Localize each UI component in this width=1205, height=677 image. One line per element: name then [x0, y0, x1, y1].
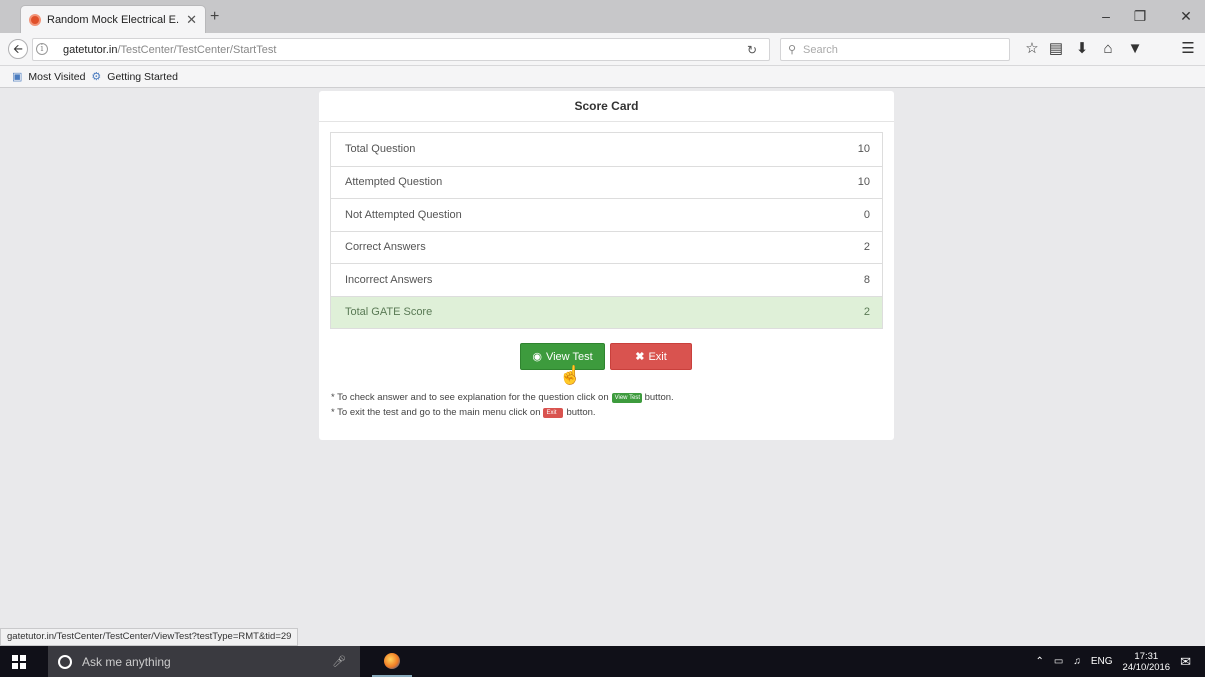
hand-cursor-icon: ☝: [559, 365, 582, 385]
row-value: 10: [857, 143, 870, 156]
note-text: * To exit the test and go to the main me…: [331, 407, 541, 418]
taskbar: Ask me anything 🎤︎ ⌃ ▭ ♫ ENG 17:31 24/10…: [0, 646, 1205, 677]
getting-started-icon: ⚙: [91, 71, 102, 83]
total-score-row: Total GATE Score 2: [331, 295, 882, 328]
notification-icon[interactable]: ✉: [1180, 654, 1191, 670]
table-row: Correct Answers 2: [331, 230, 882, 264]
row-label: Total GATE Score: [345, 306, 433, 319]
firefox-taskbar-button[interactable]: [372, 646, 412, 677]
url-domain: gatetutor.in: [63, 44, 118, 56]
clock-time: 17:31: [1134, 650, 1159, 662]
restore-icon[interactable]: ❐: [1127, 8, 1153, 25]
most-visited-icon: ▣: [12, 71, 23, 83]
browser-tab[interactable]: Random Mock Electrical E... ✕: [20, 5, 206, 33]
site-favicon-icon: [29, 13, 41, 26]
row-label: Not Attempted Question: [345, 208, 462, 221]
row-value: 0: [863, 208, 870, 221]
url-text: gatetutor.in/TestCenter/TestCenter/Start…: [63, 44, 276, 56]
bookmark-most-visited[interactable]: Most Visited: [28, 71, 85, 83]
row-label: Incorrect Answers: [345, 273, 433, 286]
row-label: Total Question: [345, 143, 416, 156]
table-row: Not Attempted Question 0: [331, 198, 882, 231]
tab-close-icon[interactable]: ✕: [186, 12, 197, 28]
clock[interactable]: 17:31 24/10/2016: [1123, 651, 1171, 673]
bookmark-getting-started[interactable]: Getting Started: [107, 71, 178, 83]
row-value: 10: [857, 176, 870, 189]
minimize-icon[interactable]: –: [1093, 8, 1119, 24]
windows-start-icon[interactable]: [12, 655, 26, 669]
info-icon[interactable]: i: [36, 43, 48, 55]
row-label: Correct Answers: [345, 241, 426, 254]
cortana-search[interactable]: Ask me anything 🎤︎: [48, 646, 360, 677]
score-card-title: Score Card: [319, 91, 894, 122]
search-icon: ⚲: [788, 44, 797, 56]
reload-icon[interactable]: ↻: [747, 43, 757, 57]
volume-icon[interactable]: ♫: [1073, 656, 1081, 667]
eye-icon: ◉: [532, 351, 542, 363]
system-tray: ⌃ ▭ ♫ ENG 17:31 24/10/2016 ✉: [1036, 646, 1205, 677]
view-test-label: View Test: [545, 350, 593, 363]
firefox-icon: [384, 652, 400, 669]
note-text: * To check answer and to see explanation…: [331, 392, 609, 403]
search-bar[interactable]: ⚲ Search: [780, 38, 1010, 61]
nav-bar: gatetutor.in/TestCenter/TestCenter/Start…: [0, 33, 1205, 66]
inline-view-test-button: View Test: [611, 392, 642, 403]
reading-list-icon[interactable]: ▤: [1045, 41, 1067, 57]
url-bar[interactable]: gatetutor.in/TestCenter/TestCenter/Start…: [32, 38, 770, 61]
score-card: Score Card Total Question 10 Attempted Q…: [319, 91, 894, 440]
network-icon[interactable]: ▭: [1054, 656, 1063, 667]
back-arrow-icon[interactable]: 🡨: [8, 39, 28, 59]
row-value: 2: [863, 241, 870, 254]
row-value: 8: [863, 273, 870, 286]
inline-exit-button: Exit: [543, 407, 564, 418]
home-icon[interactable]: ⌂: [1097, 41, 1119, 57]
table-row: Total Question 10: [331, 133, 882, 166]
cortana-icon: [58, 654, 72, 669]
microphone-icon[interactable]: 🎤︎: [332, 655, 346, 668]
note-view-test: * To check answer and to see explanation…: [331, 392, 674, 403]
download-icon[interactable]: ⬇: [1071, 41, 1093, 57]
exit-button[interactable]: ✖ Exit: [610, 343, 692, 370]
tab-title: Random Mock Electrical E...: [47, 13, 181, 26]
status-url: gatetutor.in/TestCenter/TestCenter/ViewT…: [0, 628, 299, 646]
note-text: button.: [566, 407, 596, 418]
close-icon: ✖: [635, 351, 645, 363]
bookmark-star-icon[interactable]: ☆: [1021, 41, 1043, 57]
row-label: Attempted Question: [345, 176, 443, 189]
note-text: button.: [644, 392, 674, 403]
note-exit: * To exit the test and go to the main me…: [331, 407, 596, 418]
search-placeholder: Search: [803, 44, 838, 56]
row-value: 2: [863, 306, 870, 319]
clock-date: 24/10/2016: [1122, 661, 1171, 673]
menu-icon[interactable]: ☰: [1177, 41, 1199, 57]
exit-label: Exit: [648, 350, 667, 363]
bookmarks-bar: ▣ Most Visited ⚙ Getting Started: [0, 66, 1205, 88]
close-window-icon[interactable]: ✕: [1173, 8, 1199, 25]
tray-chevron-icon[interactable]: ⌃: [1036, 656, 1044, 667]
score-table: Total Question 10 Attempted Question 10 …: [330, 132, 883, 329]
table-row: Incorrect Answers 8: [331, 263, 882, 296]
pocket-icon[interactable]: ▼: [1124, 41, 1146, 57]
url-path: /TestCenter/TestCenter/StartTest: [117, 44, 277, 56]
cortana-placeholder: Ask me anything: [82, 654, 171, 669]
new-tab-button[interactable]: +: [210, 8, 219, 26]
tab-bar: Random Mock Electrical E... ✕ + – ❐ ✕: [0, 0, 1205, 33]
language-indicator[interactable]: ENG: [1091, 656, 1113, 667]
table-row: Attempted Question 10: [331, 165, 882, 199]
